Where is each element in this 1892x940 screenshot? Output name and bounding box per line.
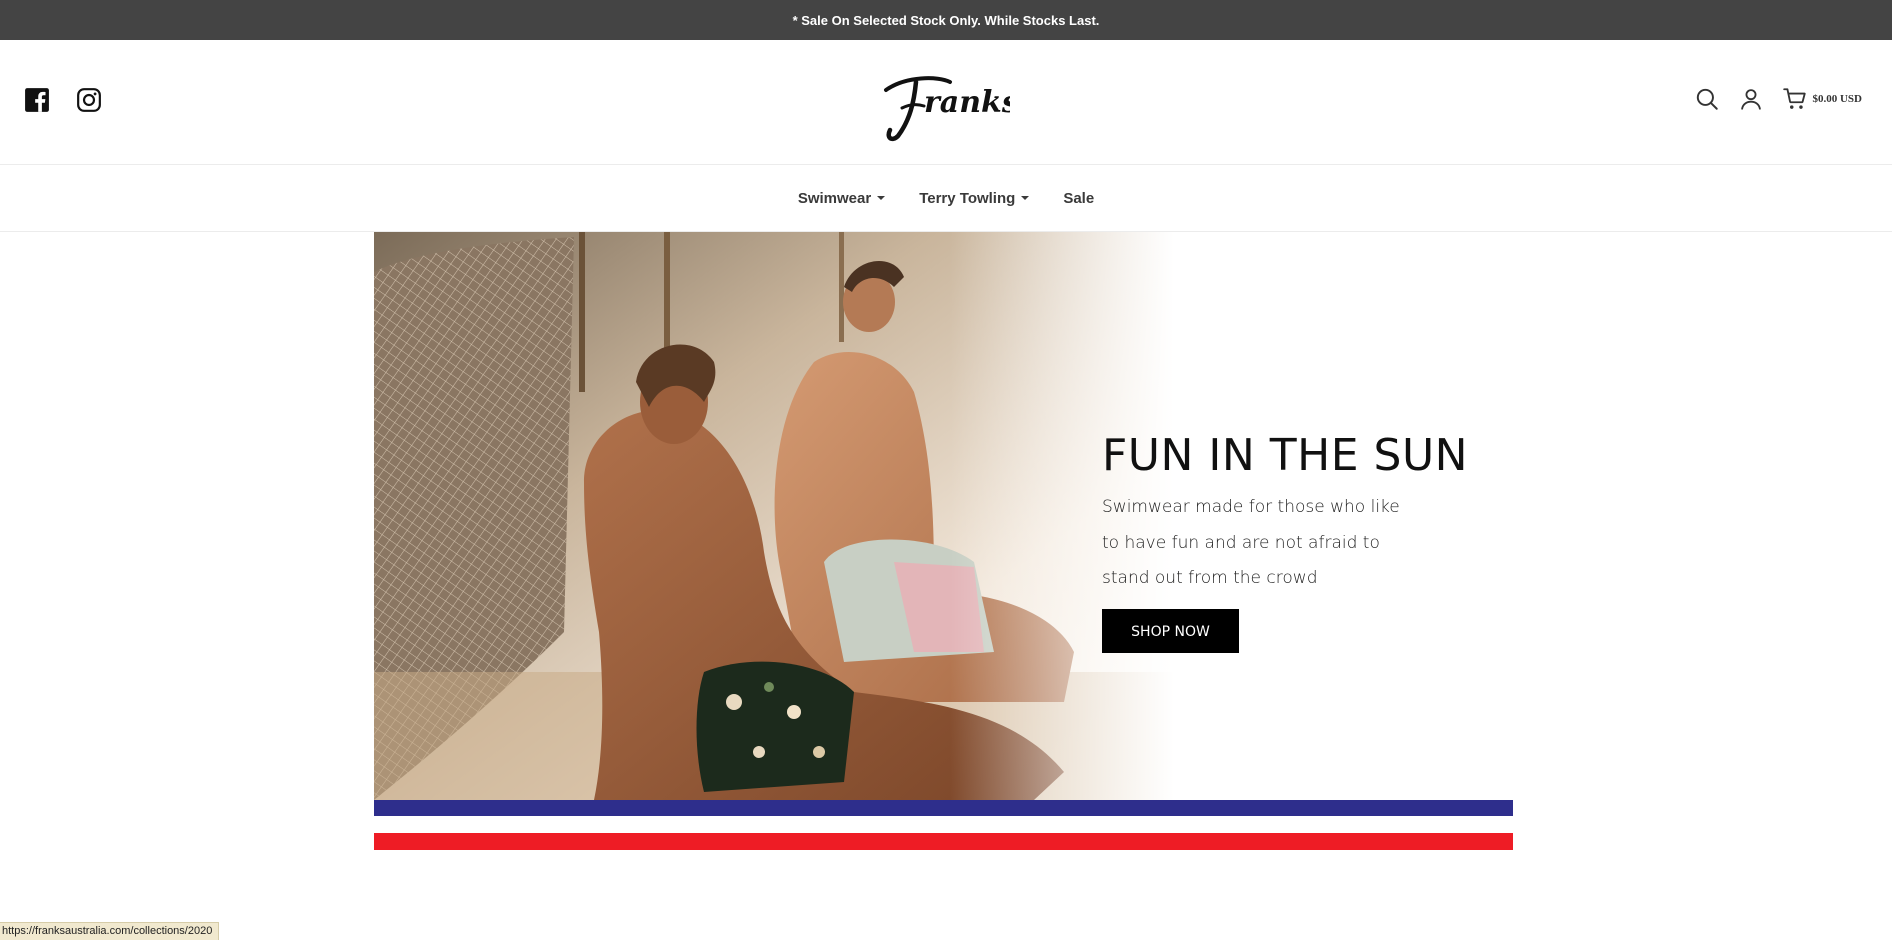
cart-button[interactable]: $0.00 USD xyxy=(1782,86,1862,112)
caret-down-icon xyxy=(1021,196,1030,200)
nav-item-label: Sale xyxy=(1063,189,1095,207)
stripe-red xyxy=(374,833,1513,850)
nav-item-sale[interactable]: Sale xyxy=(1063,190,1094,207)
main-nav: Swimwear Terry Towling Sale xyxy=(0,165,1892,232)
hero-text-block: FUN IN THE SUN Swimwear made for those w… xyxy=(1102,430,1502,653)
stripe-white xyxy=(374,816,1513,833)
announcement-text: * Sale On Selected Stock Only. While Sto… xyxy=(792,12,1100,28)
hero-image xyxy=(374,232,1174,800)
stripe-blue xyxy=(374,800,1513,816)
logo[interactable]: ranks xyxy=(875,58,1015,146)
status-bar-url: https://franksaustralia.com/collections/… xyxy=(0,922,220,940)
hero-description: Swimwear made for those who like to have… xyxy=(1102,490,1502,597)
hero-description-line: Swimwear made for those who like xyxy=(1102,497,1400,518)
header-tools: $0.00 USD xyxy=(1694,86,1862,112)
hero-banner: FUN IN THE SUN Swimwear made for those w… xyxy=(374,232,1513,800)
caret-down-icon xyxy=(877,196,886,200)
logo-text: ranks xyxy=(924,85,1010,120)
nav-item-label: Swimwear xyxy=(797,189,872,207)
nav-item-terry-towling[interactable]: Terry Towling xyxy=(919,189,1030,207)
logo-wordmark: ranks xyxy=(884,76,1010,142)
nav-item-swimwear[interactable]: Swimwear xyxy=(797,189,886,207)
shop-now-button[interactable]: SHOP NOW xyxy=(1102,608,1239,653)
cart-total: $0.00 USD xyxy=(1812,93,1862,105)
site-header: ranks $0.00 USD xyxy=(0,40,1892,165)
instagram-icon[interactable] xyxy=(76,87,102,113)
facebook-icon[interactable] xyxy=(24,87,50,113)
hero-description-line: to have fun and are not afraid to xyxy=(1102,532,1380,553)
hero-description-line: stand out from the crowd xyxy=(1102,568,1318,589)
announcement-bar: * Sale On Selected Stock Only. While Sto… xyxy=(0,0,1892,40)
account-icon[interactable] xyxy=(1738,86,1764,112)
hero-title: FUN IN THE SUN xyxy=(1102,430,1469,481)
search-icon[interactable] xyxy=(1694,86,1720,112)
nav-item-label: Terry Towling xyxy=(919,189,1016,207)
cart-icon xyxy=(1783,88,1807,109)
social-links xyxy=(24,87,102,113)
